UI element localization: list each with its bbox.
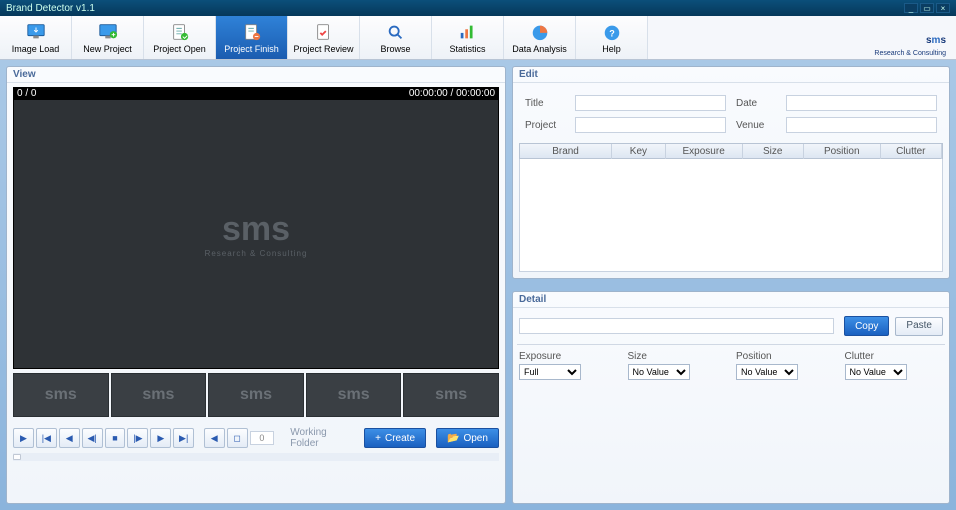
detail-input[interactable] [519, 318, 834, 334]
size-select[interactable]: No Value [628, 364, 690, 380]
toolbar-project-open[interactable]: Project Open [144, 16, 216, 59]
table-header: BrandKeyExposureSizePositionClutter [519, 143, 943, 159]
prev-button[interactable]: ◀ [59, 428, 80, 448]
time-counter: 00:00:00 / 00:00:00 [409, 88, 495, 99]
thumbnail-4[interactable]: sms [306, 373, 402, 417]
toolbar-project-finish[interactable]: Project Finish [216, 16, 288, 59]
thumbnail-1[interactable]: sms [13, 373, 109, 417]
play-button[interactable]: ▶ [13, 428, 34, 448]
monitor-down-icon [24, 22, 48, 42]
edit-header: Edit [513, 67, 949, 83]
clutter-select[interactable]: No Value [845, 364, 907, 380]
view-header: View [7, 67, 505, 83]
toolbar-help[interactable]: ?Help [576, 16, 648, 59]
app-logo: smsResearch & Consulting [874, 16, 956, 59]
watermark-sub: Research & Consulting [205, 249, 308, 258]
minimize-button[interactable]: _ [904, 3, 918, 13]
toolbar-browse[interactable]: Browse [360, 16, 432, 59]
close-button[interactable]: × [936, 3, 950, 13]
video-preview: sms Research & Consulting [13, 99, 499, 369]
watermark-logo: sms [222, 210, 290, 249]
step-fwd-button[interactable]: |▶ [127, 428, 148, 448]
create-button[interactable]: + Create [364, 428, 426, 448]
plus-icon: + [375, 433, 381, 444]
skip-end-button[interactable]: ▶| [173, 428, 194, 448]
col-brand: Brand [520, 144, 612, 159]
venue-label: Venue [736, 120, 776, 131]
col-clutter: Clutter [881, 144, 942, 159]
window-titlebar: Brand Detector v1.1 _ ▭ × [0, 0, 956, 16]
crop-button[interactable]: ◻ [227, 428, 248, 448]
chart-icon [456, 22, 480, 42]
folder-icon: 📂 [447, 433, 459, 444]
magnifier-icon [384, 22, 408, 42]
counter-field: 0 [250, 431, 275, 445]
left-arrow-button[interactable]: ◀ [204, 428, 225, 448]
thumbnail-3[interactable]: sms [208, 373, 304, 417]
edit-panel: Edit Title Date Project Venue BrandKeyEx… [512, 66, 950, 279]
skip-start-button[interactable]: |◀ [36, 428, 57, 448]
help-icon: ? [600, 22, 624, 42]
title-input[interactable] [575, 95, 726, 111]
exposure-select[interactable]: Full [519, 364, 581, 380]
toolbar-data-analysis[interactable]: Data Analysis [504, 16, 576, 59]
maximize-button[interactable]: ▭ [920, 3, 934, 13]
project-label: Project [525, 120, 565, 131]
frame-counter: 0 / 0 [17, 88, 36, 99]
table-body [519, 159, 943, 272]
doc-check-icon [240, 22, 264, 42]
step-back-button[interactable]: ◀| [82, 428, 103, 448]
project-input[interactable] [575, 117, 726, 133]
col-size: Size [743, 144, 804, 159]
thumbnail-5[interactable]: sms [403, 373, 499, 417]
doc-tick-icon [312, 22, 336, 42]
title-label: Title [525, 98, 565, 109]
field-size: SizeNo Value [628, 351, 727, 380]
col-position: Position [804, 144, 881, 159]
main-toolbar: Image LoadNew ProjectProject OpenProject… [0, 16, 956, 60]
toolbar-project-review[interactable]: Project Review [288, 16, 360, 59]
view-panel: View 0 / 0 00:00:00 / 00:00:00 sms Resea… [6, 66, 506, 504]
field-exposure: ExposureFull [519, 351, 618, 380]
paste-button[interactable]: Paste [895, 317, 943, 336]
copy-button[interactable]: Copy [844, 316, 889, 336]
stop-button[interactable]: ■ [105, 428, 126, 448]
working-folder-label: Working Folder [290, 427, 354, 449]
window-title: Brand Detector v1.1 [6, 3, 95, 14]
next-button[interactable]: ▶ [150, 428, 171, 448]
thumbnail-2[interactable]: sms [111, 373, 207, 417]
analysis-icon [528, 22, 552, 42]
toolbar-image-load[interactable]: Image Load [0, 16, 72, 59]
col-key: Key [612, 144, 666, 159]
venue-input[interactable] [786, 117, 937, 133]
toolbar-statistics[interactable]: Statistics [432, 16, 504, 59]
scrollbar[interactable] [13, 453, 499, 461]
detail-header: Detail [513, 292, 949, 308]
field-position: PositionNo Value [736, 351, 835, 380]
detail-panel: Detail Copy Paste ExposureFull SizeNo Val… [512, 291, 950, 504]
col-exposure: Exposure [666, 144, 743, 159]
toolbar-new-project[interactable]: New Project [72, 16, 144, 59]
open-button[interactable]: 📂 Open [436, 428, 499, 448]
svg-text:?: ? [609, 28, 615, 38]
scrollbar-thumb[interactable] [13, 454, 21, 460]
date-label: Date [736, 98, 776, 109]
video-info-bar: 0 / 0 00:00:00 / 00:00:00 [13, 87, 499, 99]
thumbnail-strip: sms sms sms sms sms [13, 373, 499, 417]
position-select[interactable]: No Value [736, 364, 798, 380]
monitor-plus-icon [96, 22, 120, 42]
date-input[interactable] [786, 95, 937, 111]
doc-open-icon [168, 22, 192, 42]
field-clutter: ClutterNo Value [845, 351, 944, 380]
